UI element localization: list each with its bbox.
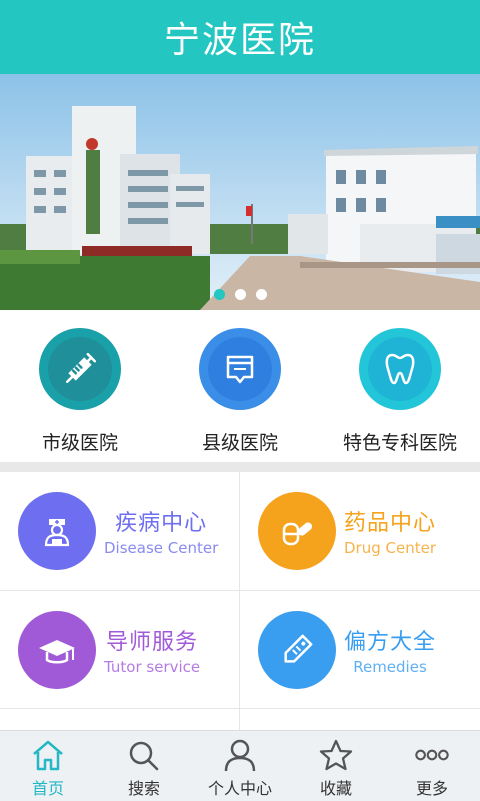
pill-icon xyxy=(282,522,313,546)
hospital-category-menu: 市级医院 县级医院 特色专科医院 xyxy=(0,310,480,462)
drug-center-card[interactable]: 药品中心 Drug Center xyxy=(240,472,479,590)
tab-search[interactable]: 搜索 xyxy=(96,731,192,801)
home-icon xyxy=(33,740,63,771)
user-icon xyxy=(224,739,256,772)
hospital-photo xyxy=(0,74,480,310)
county-hospital-icon-circle xyxy=(199,328,281,410)
specialty-hospital-label: 特色专科医院 xyxy=(342,432,457,454)
disease-center-title: 疾病中心 xyxy=(115,511,208,536)
carousel-dot[interactable] xyxy=(255,289,267,300)
drug-center-subtitle: Drug Center xyxy=(344,539,436,557)
specialty-hospital-icon-circle xyxy=(359,328,441,410)
section-divider xyxy=(0,462,480,472)
county-hospital-label: 县级医院 xyxy=(201,432,278,454)
doctor-icon xyxy=(44,519,70,547)
tutor-service-card[interactable]: 导师服务 Tutor service xyxy=(0,591,239,709)
remedies-subtitle: Remedies xyxy=(353,658,427,676)
disease-center-card[interactable]: 疾病中心 Disease Center xyxy=(0,472,239,590)
drug-center-title: 药品中心 xyxy=(344,511,437,536)
tooth-icon xyxy=(385,353,415,385)
star-icon xyxy=(319,739,353,771)
bottom-tab-bar: 首页 搜索 个人中心 收藏 更多 xyxy=(0,730,480,801)
ticket-icon xyxy=(226,355,254,384)
search-icon xyxy=(129,741,159,771)
page-title: 宁波医院 xyxy=(163,20,316,61)
tab-more-label: 更多 xyxy=(415,779,448,798)
tab-favorites-label: 收藏 xyxy=(319,779,352,798)
tab-more[interactable]: 更多 xyxy=(384,731,480,801)
tag-icon xyxy=(284,634,313,663)
carousel-indicators[interactable] xyxy=(0,289,480,300)
tutor-service-icon-circle xyxy=(18,611,96,689)
carousel-dot[interactable] xyxy=(213,289,225,300)
remedies-card[interactable]: 偏方大全 Remedies xyxy=(240,591,479,709)
more-icon xyxy=(415,749,449,761)
graduation-cap-icon xyxy=(39,640,75,664)
county-hospital-link[interactable]: 县级医院 xyxy=(160,310,320,462)
remedies-icon-circle xyxy=(258,611,336,689)
city-hospital-label: 市级医院 xyxy=(41,432,118,454)
hospital-banner-carousel[interactable] xyxy=(0,74,480,310)
carousel-dot[interactable] xyxy=(234,289,246,300)
tab-profile[interactable]: 个人中心 xyxy=(192,731,288,801)
tutor-service-subtitle: Tutor service xyxy=(104,658,201,676)
disease-center-icon-circle xyxy=(18,492,96,570)
city-hospital-link[interactable]: 市级医院 xyxy=(0,310,160,462)
syringe-icon xyxy=(66,352,97,383)
disease-center-subtitle: Disease Center xyxy=(104,539,219,557)
tab-favorites[interactable]: 收藏 xyxy=(288,731,384,801)
app-header: 宁波医院 xyxy=(0,0,480,74)
tab-home[interactable]: 首页 xyxy=(0,731,96,801)
tab-search-label: 搜索 xyxy=(127,779,160,798)
service-grid: 疾病中心 Disease Center 药品中心 Drug Center 导师服… xyxy=(0,472,480,730)
drug-center-icon-circle xyxy=(258,492,336,570)
city-hospital-icon-circle xyxy=(39,328,121,410)
tab-home-label: 首页 xyxy=(31,779,64,798)
remedies-title: 偏方大全 xyxy=(344,630,437,655)
tab-profile-label: 个人中心 xyxy=(207,779,272,798)
tutor-service-title: 导师服务 xyxy=(106,630,199,655)
specialty-hospital-link[interactable]: 特色专科医院 xyxy=(320,310,480,462)
